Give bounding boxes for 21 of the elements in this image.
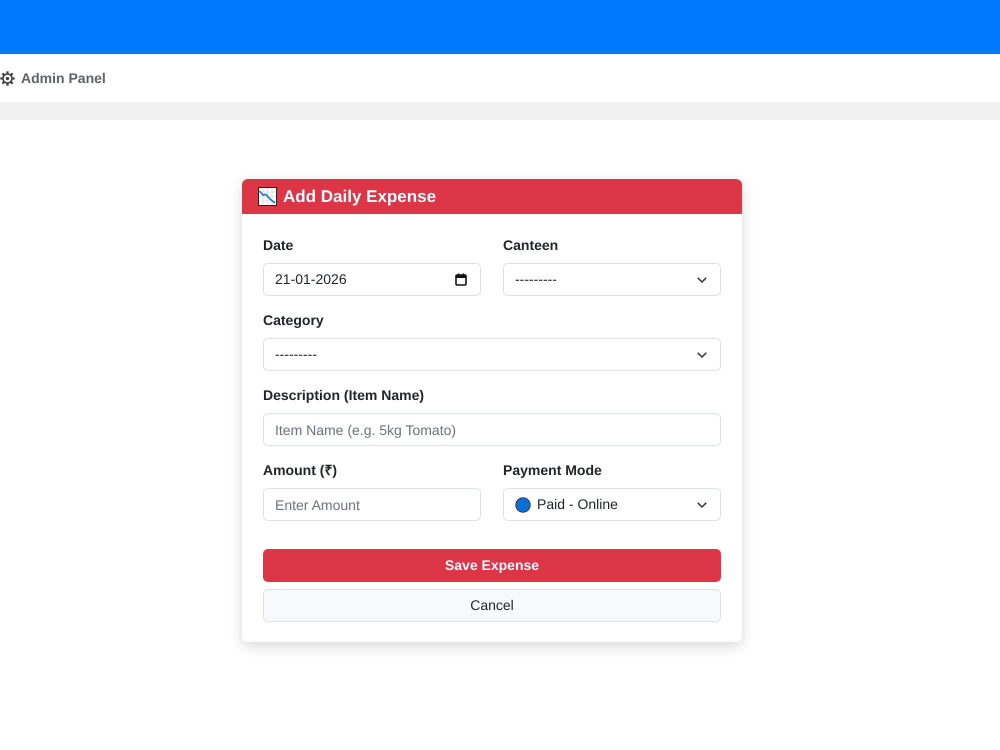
chevron-down-icon (697, 352, 707, 358)
brand-link[interactable]: Admin Panel (21, 68, 106, 88)
calendar-icon (455, 273, 467, 286)
date-field[interactable]: 21-01-2026 (263, 263, 481, 296)
field-label: Amount (₹) (263, 461, 338, 480)
text-input[interactable]: Enter Amount (263, 488, 481, 521)
card-title: Add Daily Expense (283, 186, 436, 208)
field-label: Payment Mode (503, 461, 602, 480)
field-label: Canteen (503, 236, 558, 255)
chevron-down-icon (697, 276, 707, 282)
cancel-button[interactable]: Cancel (263, 589, 721, 622)
text-input[interactable]: Item Name (e.g. 5kg Tomato) (263, 413, 721, 446)
select-dropdown[interactable]: Paid - Online (503, 488, 721, 521)
select-dropdown[interactable]: --------- (503, 263, 721, 296)
chevron-down-icon (697, 502, 707, 508)
field-label: Date (263, 236, 294, 255)
field-label: Description (Item Name) (263, 386, 424, 405)
chart-down-icon (258, 187, 277, 206)
field-label: Category (263, 311, 324, 330)
select-dropdown[interactable]: --------- (263, 338, 721, 371)
save-button[interactable]: Save Expense (263, 549, 721, 582)
